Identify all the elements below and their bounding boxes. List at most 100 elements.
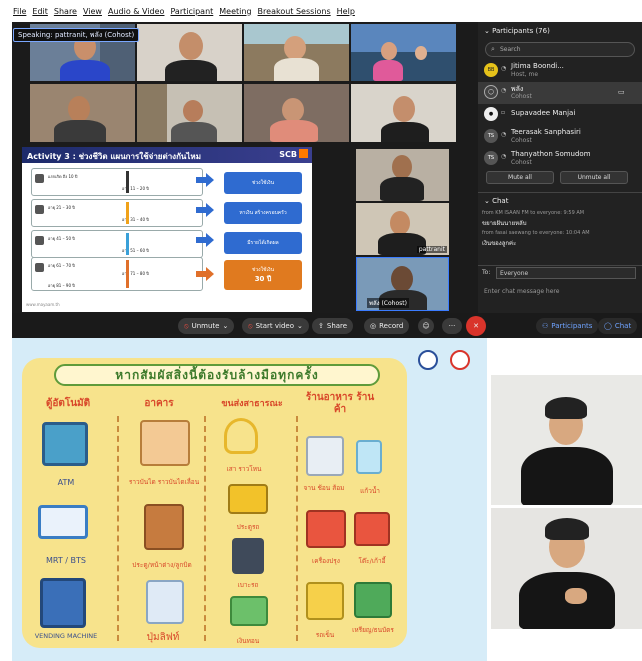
shared-slide: Activity 3 : ช่วงชีวิต แผนการใช้จ่ายต่าง… [22,147,312,312]
participants-header[interactable]: ⌄ Participants (76) [484,27,550,35]
ministry-seal-icon [418,350,438,370]
mute-all-button[interactable]: Mute all [486,171,554,184]
video-tile[interactable] [244,84,349,142]
chat-recipient-select[interactable]: Everyone [496,267,636,279]
cutlery-icon [306,436,344,476]
reactions-button[interactable]: ☺ [418,318,434,334]
start-video-label: Start video [255,322,295,330]
divider [478,265,642,266]
chat-meta: from KM ISAAN FM to everyone: 9:59 AM [482,210,585,216]
video-tile[interactable] [356,149,449,201]
seat-icon [232,538,264,574]
chevron-down-icon: ⌄ [297,322,303,330]
participant-role: Cohost [511,93,532,100]
coins-notes-icon [354,582,392,618]
column-header: ตู้อัตโนมัติ [45,398,91,409]
participants-toggle[interactable]: ⚇ Participants [536,318,599,334]
poster-label: ราวบันได ราวบันไดเลื่อน [128,478,200,486]
unmute-label: Unmute [191,322,220,330]
participant-row[interactable]: ● ▫ Supavadee Manjai [478,104,642,126]
age-label: อายุ 41 – 50 ปี [48,236,75,241]
poster-label: แก้วน้ำ [360,487,380,495]
age-label: อายุ 61 – 70 ปี [48,263,75,268]
person-icon [35,205,44,214]
more-icon: ··· [448,322,456,330]
menu-help[interactable]: Help [336,7,356,16]
unmute-all-button[interactable]: Unmute all [560,171,628,184]
stage-box: หาเงิน สร้างครอบครัว [224,202,302,224]
menu-audio-video[interactable]: Audio & Video [107,7,165,16]
video-tile[interactable] [351,84,456,142]
menu-participant[interactable]: Participant [169,7,214,16]
menu-edit[interactable]: Edit [31,7,49,16]
poster-label: ประตู/หน้าต่าง/ลูกบิด [132,561,192,569]
chat-toggle[interactable]: ◯ Chat [598,318,638,334]
participant-row[interactable]: TS ◔ Thanyathon Somudom Cohost [478,148,642,170]
escalator-rail-icon [140,420,190,466]
avatar: BB [484,63,498,77]
chat-input[interactable]: Enter chat message here [484,288,559,295]
participant-row[interactable]: BB ◔ Jitima Boondi... Host, me [478,60,642,82]
share-button[interactable]: ⇪ Share [312,318,354,334]
leave-button[interactable]: ✕ [466,316,486,336]
menu-breakout[interactable]: Breakout Sessions [257,7,332,16]
search-input[interactable]: Search [500,46,521,53]
divider [478,192,642,193]
slide-title: Activity 3 : ช่วงชีวิต แผนการใช้จ่ายต่าง… [22,147,312,163]
video-tile[interactable] [351,24,456,81]
video-tile[interactable] [137,24,242,81]
poster-label: MRT / BTS [46,556,86,565]
more-button[interactable]: ··· [442,318,462,334]
stage-box: ช่วงใช้เงิน [224,172,302,194]
menu-bar: File Edit Share View Audio & Video Parti… [0,0,642,22]
video-camera-icon: ▭ [618,88,625,96]
heart-logo-icon [450,350,470,370]
hand-strap-icon [224,418,258,454]
participants-title: Participants (76) [492,27,550,35]
menu-file[interactable]: File [12,7,27,16]
video-name-label: พลัง (Cohost) [367,298,409,308]
chat-to-label: To: [482,269,491,276]
divider [204,416,206,641]
video-tile[interactable]: พลัง (Cohost) [356,257,449,311]
avatar: ◯ [484,85,498,99]
poster-label: เสา ราวโหน [226,465,262,473]
life-stage-row: อายุ 41 – 50 ปี อายุ 51 – 60 ปี [31,230,203,258]
video-tile[interactable] [30,84,135,142]
mic-icon: ◔ [501,65,507,72]
scb-text: SCB [279,150,297,159]
record-label: Record [379,322,404,330]
poster-label: จาน ช้อน ส้อม [303,484,345,492]
speaking-indicator: Speaking: pattranit, พลัง (Cohost) [13,28,140,42]
participant-name: Teerasak Sanphasiri [511,128,581,136]
participant-row[interactable]: TS ◔ Teerasak Sanphasiri Cohost [478,126,642,148]
ticket-card-icon [38,505,88,539]
unmute-button[interactable]: ⦸ Unmute ⌄ [178,318,235,334]
vending-machine-icon [40,578,86,628]
menu-share[interactable]: Share [53,7,78,16]
menu-meeting[interactable]: Meeting [218,7,252,16]
record-icon: ◎ [370,322,377,330]
video-tile[interactable]: pattranit [356,203,449,255]
search-box[interactable]: ⌕ Search [485,42,635,57]
menu-view[interactable]: View [82,7,103,16]
video-tile[interactable] [137,84,242,142]
stage-box: ช่วงใช้เงิน 30 ปี [224,260,302,290]
avatar: TS [484,151,498,165]
poster-label: VENDING MACHINE [34,632,98,640]
chat-toggle-label: Chat [614,322,632,330]
timeline-marker [126,171,129,193]
arrow-right-icon [196,173,214,187]
start-video-button[interactable]: ⦸ Start video ⌄ [242,318,309,334]
age-label: แรกเกิด ถึง 10 ปี [48,174,78,179]
chat-header[interactable]: ⌄ Chat [484,197,508,205]
glass-icon [356,440,382,474]
avatar: ● [484,107,498,121]
participant-row[interactable]: ◯ ◔ พลัง Cohost ▭ [478,82,642,104]
video-tile[interactable] [244,24,349,81]
video-off-icon: ⦸ [248,321,253,330]
meeting-toolbar: ⦸ Unmute ⌄ ⦸ Start video ⌄ ⇪ Share ◎ Record ☺ … [12,313,642,338]
share-label: Share [326,322,348,330]
record-button[interactable]: ◎ Record [364,318,410,334]
poster-label: เครื่องปรุง [312,557,340,565]
